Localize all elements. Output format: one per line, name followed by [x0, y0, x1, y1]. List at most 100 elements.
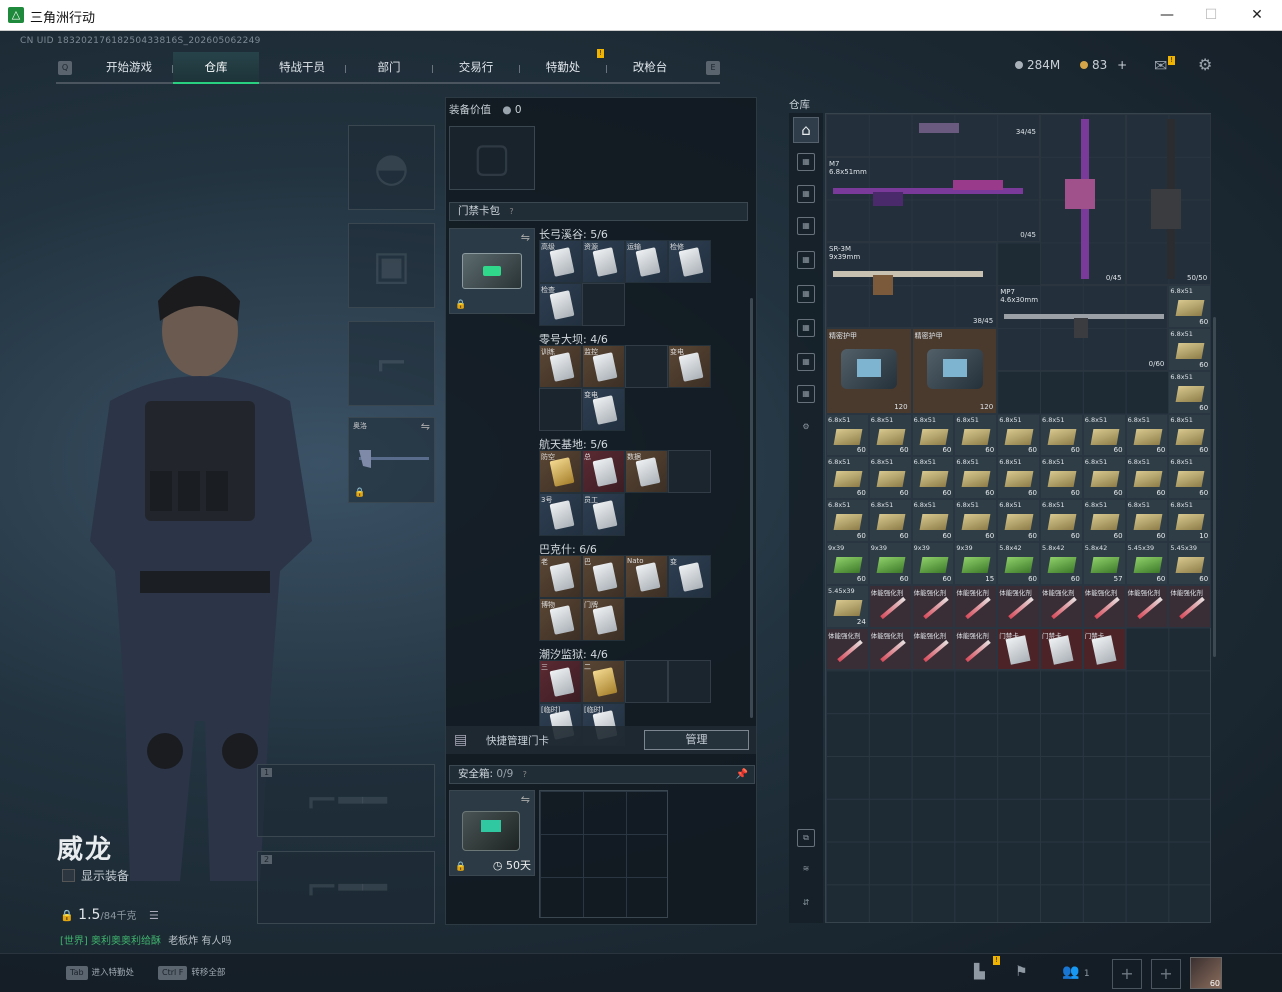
pistol-slot[interactable]: ⌐ [348, 321, 435, 406]
help-icon[interactable]: ? [509, 207, 513, 216]
checkbox[interactable] [62, 869, 75, 882]
sub-warehouse-icon[interactable]: ▦ [797, 217, 815, 235]
inventory-item[interactable]: 5.8x42 60 [997, 542, 1040, 585]
inventory-item[interactable]: 6.8x51 60 [1125, 413, 1169, 457]
keycard-slot[interactable]: 运输 [625, 240, 668, 283]
help-icon[interactable]: ? [523, 770, 527, 779]
list-icon[interactable]: ☰ [149, 909, 159, 922]
armor-item[interactable]: 精密护甲 120 [826, 328, 912, 414]
coin-plus-button[interactable]: + [1117, 58, 1127, 72]
backpack-slot[interactable]: ▢ [449, 126, 535, 190]
warehouse-all-icon[interactable]: ⌂ [793, 117, 819, 143]
close-window-button[interactable]: ✕ [1242, 4, 1272, 26]
invite-slot-button[interactable]: + [1112, 959, 1142, 989]
manage-button[interactable]: 管理 [644, 730, 749, 750]
inventory-item[interactable]: 6.8x51 60 [1040, 499, 1083, 542]
inventory-item[interactable]: 体能强化剂 [1125, 584, 1169, 628]
weapon-item[interactable] [826, 114, 1040, 157]
layers-icon[interactable]: ≋ [797, 861, 815, 879]
inventory-item[interactable]: 门禁卡 [1040, 627, 1083, 671]
inventory-item[interactable]: 6.8x51 60 [911, 456, 955, 500]
safebox-slot[interactable]: ⇋ 🔒 ◷ 50天 [449, 790, 535, 876]
primary-weapon-slot-1[interactable]: 1 ⌐━━ [257, 764, 435, 837]
inventory-item[interactable]: 6.8x51 60 [1082, 499, 1126, 542]
weapon-item[interactable]: 0/45 [1040, 114, 1126, 286]
inventory-item[interactable]: 6.8x51 60 [1125, 499, 1169, 542]
tab-gunsmith[interactable]: 改枪台 [607, 52, 693, 84]
keycard-slot[interactable]: 防空 [539, 450, 582, 493]
inventory-item[interactable]: 6.8x51 60 [1082, 456, 1126, 500]
keycard-slot[interactable]: 数据 [625, 450, 668, 493]
flag-icon[interactable]: ⚑ [1015, 964, 1028, 980]
keycard-slot[interactable]: 巴 [582, 555, 625, 598]
inventory-item[interactable]: 5.45x39 60 [1125, 542, 1169, 585]
inventory-item[interactable]: 9x39 15 [954, 542, 998, 585]
tab-operators[interactable]: 特战干员 [259, 52, 345, 84]
keycard-slot[interactable]: 检修 [668, 240, 711, 283]
maximize-button[interactable]: ☐ [1196, 4, 1226, 26]
helmet-slot[interactable]: ◓ [348, 125, 435, 210]
sub-warehouse-icon[interactable]: ▦ [797, 251, 815, 269]
keycard-slot[interactable] [668, 660, 711, 703]
inventory-item[interactable]: 6.8x51 60 [1040, 413, 1083, 457]
ammo-item[interactable]: 6.8x51 60 [1168, 370, 1212, 414]
tab-warehouse[interactable]: 仓库 [173, 52, 259, 84]
keycard-slot[interactable] [539, 388, 582, 431]
inventory-item[interactable]: 6.8x51 60 [911, 499, 955, 542]
inventory-item[interactable]: 6.8x51 60 [997, 456, 1040, 500]
inventory-item[interactable]: 6.8x51 60 [826, 499, 869, 542]
weapon-m7[interactable]: M7 6.8x51mm 34/45 0/45 [826, 128, 1040, 243]
inventory-item[interactable]: 6.8x51 60 [826, 413, 869, 457]
keycard-slot[interactable]: 员工 [582, 493, 625, 536]
player-avatar[interactable]: 60 [1190, 957, 1222, 989]
inventory-item[interactable]: 5.45x39 60 [1168, 542, 1212, 585]
transfer-icon[interactable]: ⇵ [797, 895, 815, 913]
hint-transfer-all[interactable]: Ctrl F 转移全部 [158, 966, 225, 980]
inventory-item[interactable]: 体能强化剂 [997, 584, 1040, 628]
primary-weapon-slot-2[interactable]: 2 ⌐━━ [257, 851, 435, 924]
sub-warehouse-icon[interactable]: ▦ [797, 319, 815, 337]
inventory-item[interactable]: 6.8x51 60 [1168, 413, 1212, 457]
keycard-slot[interactable]: 老 [539, 555, 582, 598]
keycard-slot[interactable]: 博物 [539, 598, 582, 641]
ammo-item[interactable]: 6.8x51 60 [1168, 285, 1212, 328]
weapon-mp7[interactable]: MP7 4.6x30mm 0/60 [997, 285, 1169, 371]
sub-warehouse-icon[interactable]: ▦ [797, 153, 815, 171]
inventory-item[interactable]: 体能强化剂 [1082, 584, 1126, 628]
stats-chart-icon[interactable]: ▙ [974, 964, 985, 980]
inventory-item[interactable]: 6.8x51 60 [954, 456, 998, 500]
tab-trading[interactable]: 交易行 [433, 52, 519, 84]
inventory-item[interactable]: 门禁卡 [1082, 627, 1126, 671]
inventory-item[interactable]: 6.8x51 60 [1125, 456, 1169, 500]
keycard-slot[interactable]: 变 [668, 555, 711, 598]
inventory-item[interactable]: 5.8x42 57 [1082, 542, 1126, 585]
keycard-slot[interactable]: 训练 [539, 345, 582, 388]
safebox-grid[interactable] [539, 790, 668, 918]
inventory-item[interactable]: 5.8x42 60 [1040, 542, 1083, 585]
keycard-pack-slot[interactable]: ⇋ 🔒 [449, 228, 535, 314]
inventory-item[interactable]: 9x39 60 [826, 542, 869, 585]
swap-icon[interactable]: ⇋ [521, 231, 530, 244]
keycard-slot[interactable]: 高级 [539, 240, 582, 283]
inventory-item[interactable]: 6.8x51 60 [1168, 456, 1212, 500]
warehouse-grid[interactable]: M7 6.8x51mm 34/45 0/45 0/45 50/50 SR-3M 9x39mm 3… [825, 113, 1212, 923]
inventory-item[interactable]: 6.8x51 60 [1082, 413, 1126, 457]
keycard-slot[interactable]: 变电 [582, 388, 625, 431]
keycard-slot[interactable]: 三 [539, 660, 582, 703]
inventory-item[interactable]: 体能强化剂 [826, 627, 869, 671]
friends-icon[interactable]: 👥 1 [1062, 964, 1090, 980]
inventory-item[interactable]: 6.8x51 60 [826, 456, 869, 500]
keycard-slot[interactable]: 监控 [582, 345, 625, 388]
swap-icon[interactable]: ⇋ [421, 420, 430, 433]
inventory-item[interactable]: 6.8x51 60 [1040, 456, 1083, 500]
inventory-item[interactable]: 6.8x51 60 [997, 499, 1040, 542]
inventory-item[interactable]: 6.8x51 60 [868, 413, 912, 457]
keycard-slot[interactable]: 资源 [582, 240, 625, 283]
inventory-item[interactable]: 5.45x39 24 [826, 584, 869, 628]
inventory-item[interactable]: 6.8x51 60 [911, 413, 955, 457]
coin-display[interactable]: 83 + [1080, 58, 1127, 72]
chat-line[interactable]: [世界] 奥利奥奥利给酥 老板炸 有人吗 [60, 932, 231, 947]
hint-special-ops[interactable]: Tab 进入特勤处 [66, 966, 134, 980]
warehouse-scrollbar[interactable] [1213, 317, 1216, 657]
keycard-slot[interactable]: 总 [582, 450, 625, 493]
